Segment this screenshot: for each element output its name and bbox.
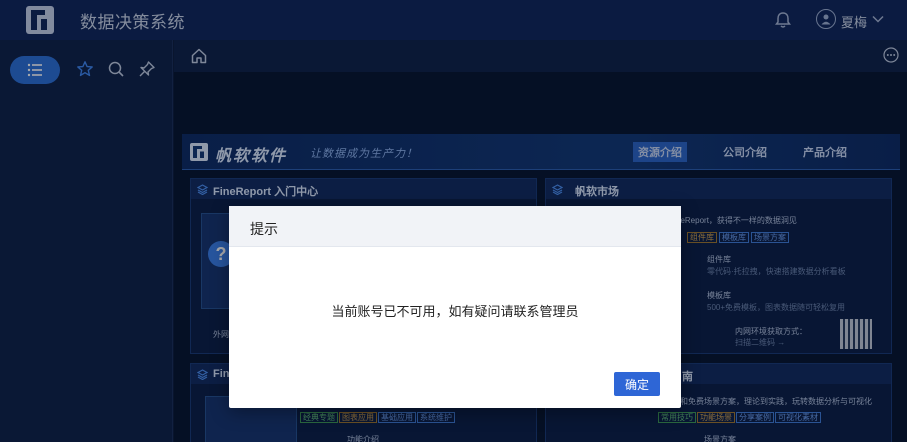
dialog-title: 提示 <box>250 221 278 237</box>
dialog-message: 当前账号已不可用，如有疑问请联系管理员 <box>331 304 579 319</box>
dialog-header <box>229 206 681 247</box>
ok-button[interactable]: 确定 <box>614 372 660 396</box>
alert-dialog: 提示 当前账号已不可用，如有疑问请联系管理员 确定 <box>229 206 681 408</box>
